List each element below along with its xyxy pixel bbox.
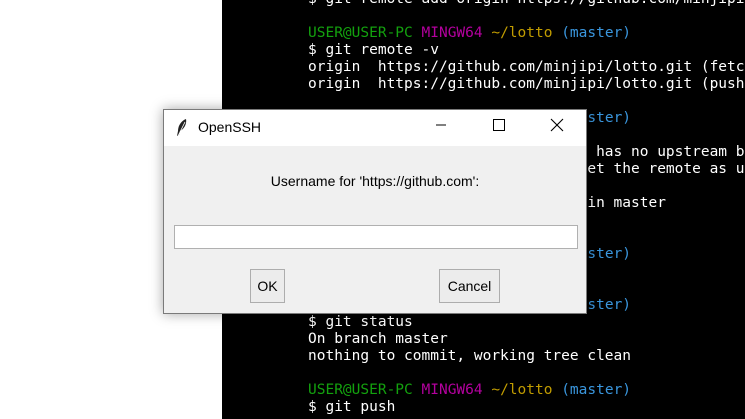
terminal-text-segment: $ git status [308, 314, 413, 330]
terminal-text-segment: MINGW64 [421, 382, 483, 398]
terminal-line: nothing to commit, working tree clean [308, 348, 745, 365]
terminal-text-segment: $ git remote -v [308, 42, 439, 58]
username-prompt-label: Username for 'https://github.com': [270, 173, 480, 189]
terminal-text-segment: On branch master [308, 331, 448, 347]
dialog-title: OpenSSH [198, 119, 262, 135]
maximize-icon [493, 118, 505, 136]
minimize-icon [435, 118, 447, 136]
cancel-button[interactable]: Cancel [439, 269, 500, 303]
terminal-text-segment: MINGW64 [421, 25, 483, 41]
terminal-text-segment: ~/lotto [491, 382, 553, 398]
terminal-line [308, 365, 745, 382]
terminal-line: origin https://github.com/minjipi/lotto.… [308, 76, 745, 93]
terminal-text-segment: USER@USER-PC [308, 382, 413, 398]
terminal-line: $ git remote -v [308, 42, 745, 59]
close-button[interactable] [534, 110, 580, 144]
terminal-text-segment: origin https://github.com/minjipi/lotto.… [308, 59, 745, 75]
terminal-text-segment: (master) [561, 25, 632, 41]
openssh-dialog: OpenSSH Username for 'https://github.com… [163, 109, 587, 314]
ok-button[interactable]: OK [250, 269, 285, 303]
terminal-text-segment: (master) [561, 382, 632, 398]
terminal-line: $ git push [308, 399, 745, 416]
minimize-button[interactable] [418, 110, 464, 144]
terminal-line: origin https://github.com/minjipi/lotto.… [308, 59, 745, 76]
terminal-text-segment: ~/lotto [491, 25, 553, 41]
terminal-line: $ git remote add origin https://github.c… [308, 0, 745, 8]
terminal-text-segment: $ git remote add origin https://github.c… [308, 0, 745, 7]
terminal-line [308, 93, 745, 110]
close-icon [550, 118, 564, 137]
terminal-text-segment: USER@USER-PC [308, 25, 413, 41]
terminal-line: $ git status [308, 314, 745, 331]
terminal-line [308, 8, 745, 25]
feather-icon [175, 118, 189, 138]
terminal-text-segment: nothing to commit, working tree clean [308, 348, 632, 364]
maximize-button[interactable] [476, 110, 522, 144]
username-input[interactable] [174, 225, 578, 249]
terminal-line: USER@USER-PC MINGW64 ~/lotto (master) [308, 382, 745, 399]
terminal-text-segment: $ git push [308, 399, 396, 415]
dialog-titlebar[interactable]: OpenSSH [164, 110, 586, 146]
terminal-line: USER@USER-PC MINGW64 ~/lotto (master) [308, 25, 745, 42]
terminal-line: On branch master [308, 331, 745, 348]
terminal-text-segment: origin https://github.com/minjipi/lotto.… [308, 76, 745, 92]
